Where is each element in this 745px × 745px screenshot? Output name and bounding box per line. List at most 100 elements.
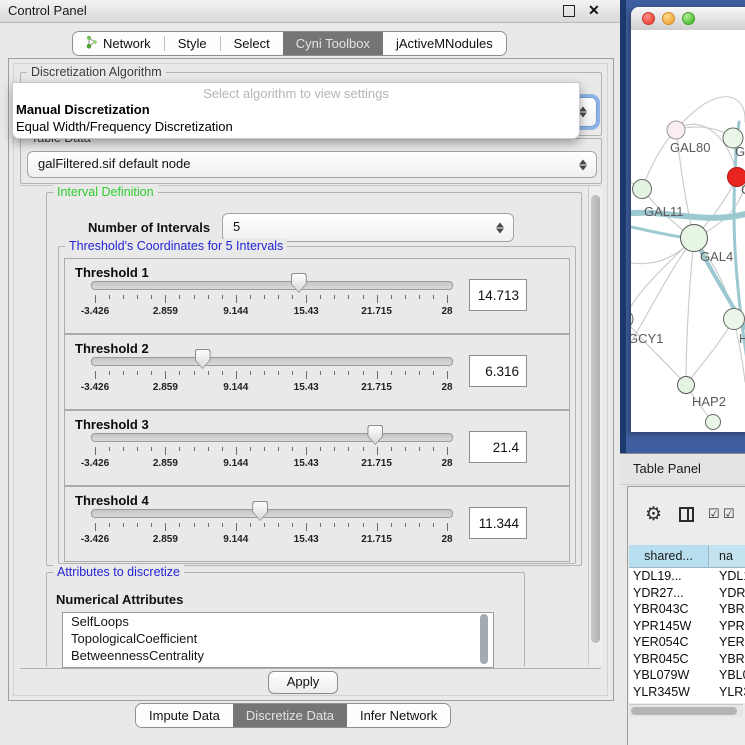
tick-mark <box>123 523 124 527</box>
slider-track[interactable] <box>91 509 453 518</box>
dropdown-item-equal-width[interactable]: Equal Width/Frequency Discretization <box>16 119 233 134</box>
slider-thumb[interactable] <box>367 425 383 445</box>
threshold-value-input[interactable] <box>469 507 527 539</box>
tab-jactivemnodules[interactable]: jActiveMNodules <box>383 32 506 55</box>
tick-mark <box>165 371 166 379</box>
apply-button[interactable]: Apply <box>268 671 338 694</box>
table-row[interactable]: YBR043CYBR0 <box>629 601 745 618</box>
tick-mark <box>151 295 152 299</box>
table-row[interactable]: YBL079WYBL0 <box>629 667 745 684</box>
tick-label: 15.43 <box>276 382 336 393</box>
zoom-traffic-icon[interactable] <box>682 12 695 25</box>
tick-mark <box>250 371 251 375</box>
table-data-combobox[interactable]: galFiltered.sif default node <box>27 151 597 178</box>
table-cell: YDR2 <box>709 585 745 602</box>
network-node-label: HAP2 <box>692 394 726 409</box>
table-row[interactable]: YLR345WYLR3 <box>629 684 745 701</box>
tick-mark <box>250 295 251 299</box>
tab-style[interactable]: Style <box>165 32 220 55</box>
tick-mark <box>109 371 110 375</box>
threshold-value-input[interactable] <box>469 431 527 463</box>
table-panel-title: Table Panel <box>633 461 701 476</box>
table-row[interactable]: YDR27...YDR2 <box>629 585 745 602</box>
threshold-panel: Threshold 3-3.4262.8599.14415.4321.71528 <box>64 410 570 486</box>
slider-thumb[interactable] <box>195 349 211 369</box>
control-panel-titlebar: Control Panel ✕ <box>0 0 620 23</box>
table-row[interactable]: YDL19...YDL1 <box>629 568 745 585</box>
table-horizontal-scrollbar[interactable] <box>629 704 743 717</box>
attribute-list-item[interactable]: TopologicalCoefficient <box>63 630 493 647</box>
scrollbar-thumb[interactable] <box>631 707 737 715</box>
gear-icon[interactable]: ⚙ <box>645 503 662 526</box>
table-row[interactable]: YPR145WYPR1 <box>629 618 745 635</box>
tick-mark <box>447 523 448 531</box>
slider-track[interactable] <box>91 433 453 442</box>
slider-track[interactable] <box>91 357 453 366</box>
network-node[interactable] <box>724 309 745 330</box>
table-row[interactable]: YIL052CYIL0 <box>629 700 745 703</box>
tick-mark <box>405 447 406 451</box>
float-panel-icon[interactable] <box>563 5 575 17</box>
tick-mark <box>348 447 349 451</box>
tab-infer-network[interactable]: Infer Network <box>347 704 450 727</box>
tick-mark <box>194 295 195 299</box>
split-columns-icon[interactable] <box>679 507 694 522</box>
network-node[interactable] <box>678 377 695 394</box>
attributes-list-scrollbar[interactable] <box>480 614 488 664</box>
table-cell: YER0 <box>709 634 745 651</box>
network-edge <box>686 319 734 385</box>
numerical-attributes-list[interactable]: SelfLoopsTopologicalCoefficientBetweenne… <box>62 612 494 668</box>
network-node[interactable] <box>633 180 652 199</box>
minimize-traffic-icon[interactable] <box>662 12 675 25</box>
attribute-list-item[interactable]: SelfLoops <box>63 613 493 630</box>
checkbox-checked-icon[interactable]: ☑ <box>723 506 735 522</box>
threshold-value-input[interactable] <box>469 279 527 311</box>
slider-track[interactable] <box>91 281 453 290</box>
tab-label: Select <box>234 36 270 51</box>
slider-thumb[interactable] <box>291 273 307 293</box>
tick-mark <box>264 447 265 451</box>
network-node[interactable] <box>667 121 685 139</box>
tick-mark <box>433 447 434 451</box>
network-node[interactable] <box>706 415 721 430</box>
tab-select[interactable]: Select <box>221 32 283 55</box>
tick-mark <box>447 371 448 379</box>
checkbox-checked-icon[interactable]: ☑ <box>708 506 720 522</box>
scrollbar-thumb[interactable] <box>591 195 600 643</box>
tick-mark <box>236 523 237 531</box>
tab-cyni-toolbox[interactable]: Cyni Toolbox <box>283 32 383 55</box>
cyni-mode-tabbar: Impute DataDiscretize DataInfer Network <box>135 703 451 728</box>
tick-mark <box>447 447 448 455</box>
table-row[interactable]: YBR045CYBR0 <box>629 651 745 668</box>
settings-vertical-scrollbar[interactable] <box>588 187 602 665</box>
number-of-intervals-spinner[interactable]: 5 <box>222 213 514 242</box>
table-cell: YLR345W <box>629 684 709 701</box>
combo-arrows-icon <box>579 159 587 170</box>
dropdown-item-manual[interactable]: Manual Discretization <box>16 102 150 117</box>
attribute-list-item[interactable]: BetweennessCentrality <box>63 647 493 664</box>
tick-mark <box>151 371 152 375</box>
table-row[interactable]: YER054CYER0 <box>629 634 745 651</box>
close-traffic-icon[interactable] <box>642 12 655 25</box>
table-header-shared-name[interactable]: shared... <box>629 545 709 567</box>
node-attribute-table[interactable]: shared...naYDL19...YDL1YDR27...YDR2YBR04… <box>629 545 745 703</box>
tick-mark <box>236 371 237 379</box>
threshold-value-input[interactable] <box>469 355 527 387</box>
close-icon[interactable]: ✕ <box>588 2 600 19</box>
network-canvas[interactable]: GAL80GCGAL11GAL4GCY1HHAP2 <box>631 30 745 432</box>
tick-mark <box>151 447 152 451</box>
tick-mark <box>250 447 251 451</box>
table-cell: YDR27... <box>629 585 709 602</box>
slider-thumb[interactable] <box>252 501 268 521</box>
tick-mark <box>348 523 349 527</box>
table-header-name[interactable]: na <box>709 545 745 567</box>
tab-discretize-data[interactable]: Discretize Data <box>233 704 347 727</box>
tab-impute-data[interactable]: Impute Data <box>136 704 233 727</box>
tab-group: Impute DataDiscretize DataInfer Network <box>135 703 451 728</box>
network-node[interactable] <box>631 310 633 328</box>
tab-label: jActiveMNodules <box>396 36 493 51</box>
network-node[interactable] <box>681 225 708 252</box>
tick-mark <box>179 295 180 299</box>
tick-mark <box>222 295 223 299</box>
tab-network[interactable]: Network <box>73 32 164 55</box>
